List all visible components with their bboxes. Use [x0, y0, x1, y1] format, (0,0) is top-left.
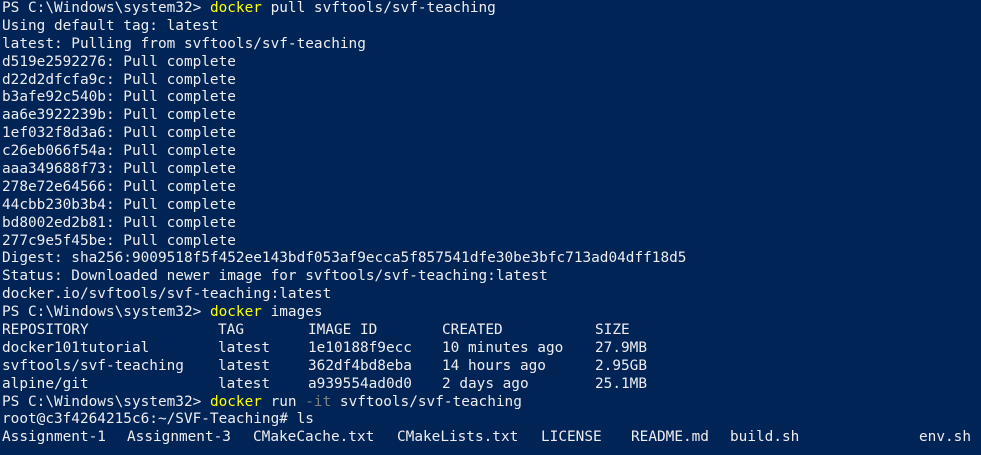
output-line: latest: Pulling from svftools/svf-teachi…	[2, 35, 366, 52]
ls-output-line: Assignment-1 Assignment-3 CMakeCache.txt…	[2, 429, 981, 447]
header-created: CREATED	[442, 322, 503, 339]
cell-image-id: a939554ad0d0	[308, 375, 412, 392]
cell-tag: latest	[218, 339, 270, 356]
ls-item: README.md	[631, 429, 709, 446]
cell-repository: svftools/svf-teaching	[2, 357, 184, 374]
header-repository: REPOSITORY	[2, 322, 89, 339]
output-line: aaa349688f73: Pull complete	[2, 161, 236, 178]
prompt-line-run: PS C:\Windows\system32> docker run -it s…	[2, 394, 981, 412]
ls-item: env.sh	[919, 429, 971, 446]
command-args: images	[261, 304, 323, 321]
cell-size: 27.9MB	[595, 339, 647, 356]
output-line-digest: Digest: sha256:9009518f5f452ee143bdf053a…	[2, 250, 687, 267]
output-line: bd8002ed2b81: Pull complete	[2, 214, 236, 231]
command-args: pull svftools/svf-teaching	[261, 0, 496, 16]
powershell-terminal[interactable]: PS C:\Windows\system32> docker pull svft…	[0, 0, 981, 455]
output-line: 278e72e64566: Pull complete	[2, 178, 236, 195]
ls-item: LICENSE	[541, 429, 602, 446]
ls-item: CMakeCache.txt	[253, 429, 375, 446]
shell-prompt-line: root@c3f4264215c6:~/SVF-Teaching# ls	[2, 411, 314, 428]
ls-item: Assignment-1	[2, 429, 106, 446]
command-name: docker	[209, 0, 262, 16]
ls-item: CMakeLists.txt	[397, 429, 519, 446]
output-line-status: Status: Downloaded newer image for svfto…	[2, 268, 548, 285]
prompt-line-images: PS C:\Windows\system32> docker images	[2, 304, 981, 322]
output-line-image-ref: docker.io/svftools/svf-teaching:latest	[2, 286, 332, 303]
output-line: 44cbb230b3b4: Pull complete	[2, 196, 236, 213]
prompt-line-pull: PS C:\Windows\system32> docker pull svft…	[2, 0, 981, 18]
ls-item: Assignment-3	[127, 429, 231, 446]
prompt-text: PS C:\Windows\system32>	[2, 0, 210, 16]
cell-tag: latest	[218, 357, 270, 374]
table-row: svftools/svf-teaching latest 362df4bd8eba 1…	[2, 358, 981, 376]
output-line: c26eb066f54a: Pull complete	[2, 143, 236, 160]
cell-repository: docker101tutorial	[2, 339, 150, 356]
header-tag: TAG	[218, 322, 244, 339]
cell-image-id: 1e10188f9ecc	[308, 339, 412, 356]
images-table-header: REPOSITORY TAG IMAGE ID CREATED SIZE	[2, 322, 981, 340]
output-line: 277c9e5f45be: Pull complete	[2, 232, 236, 249]
output-line: b3afe92c540b: Pull complete	[2, 89, 236, 106]
output-line: 1ef032f8d3a6: Pull complete	[2, 125, 236, 142]
ls-item: build.sh	[730, 429, 800, 446]
header-image-id: IMAGE ID	[308, 322, 378, 339]
cell-size: 2.95GB	[595, 357, 647, 374]
output-line: aa6e3922239b: Pull complete	[2, 107, 236, 124]
command-name: docker	[209, 393, 262, 410]
cell-tag: latest	[218, 375, 270, 392]
output-line: d519e2592276: Pull complete	[2, 53, 236, 70]
cell-created: 2 days ago	[442, 375, 529, 392]
command-flag: -it	[305, 393, 332, 410]
cell-image-id: 362df4bd8eba	[308, 357, 412, 374]
command-name: docker	[209, 304, 262, 321]
cell-created: 10 minutes ago	[442, 339, 564, 356]
command-args: svftools/svf-teaching	[331, 393, 522, 410]
prompt-text: PS C:\Windows\system32>	[2, 304, 210, 321]
cell-repository: alpine/git	[2, 375, 89, 392]
cell-size: 25.1MB	[595, 375, 647, 392]
cell-created: 14 hours ago	[442, 357, 546, 374]
output-line: Using default tag: latest	[2, 17, 219, 34]
header-size: SIZE	[595, 322, 630, 339]
table-row: docker101tutorial latest 1e10188f9ecc 10 mi…	[2, 340, 981, 358]
command-args: run	[261, 393, 306, 410]
output-line: d22d2dfcfa9c: Pull complete	[2, 71, 236, 88]
table-row: alpine/git latest a939554ad0d0 2 days ago 25…	[2, 376, 981, 394]
prompt-text: PS C:\Windows\system32>	[2, 393, 210, 410]
